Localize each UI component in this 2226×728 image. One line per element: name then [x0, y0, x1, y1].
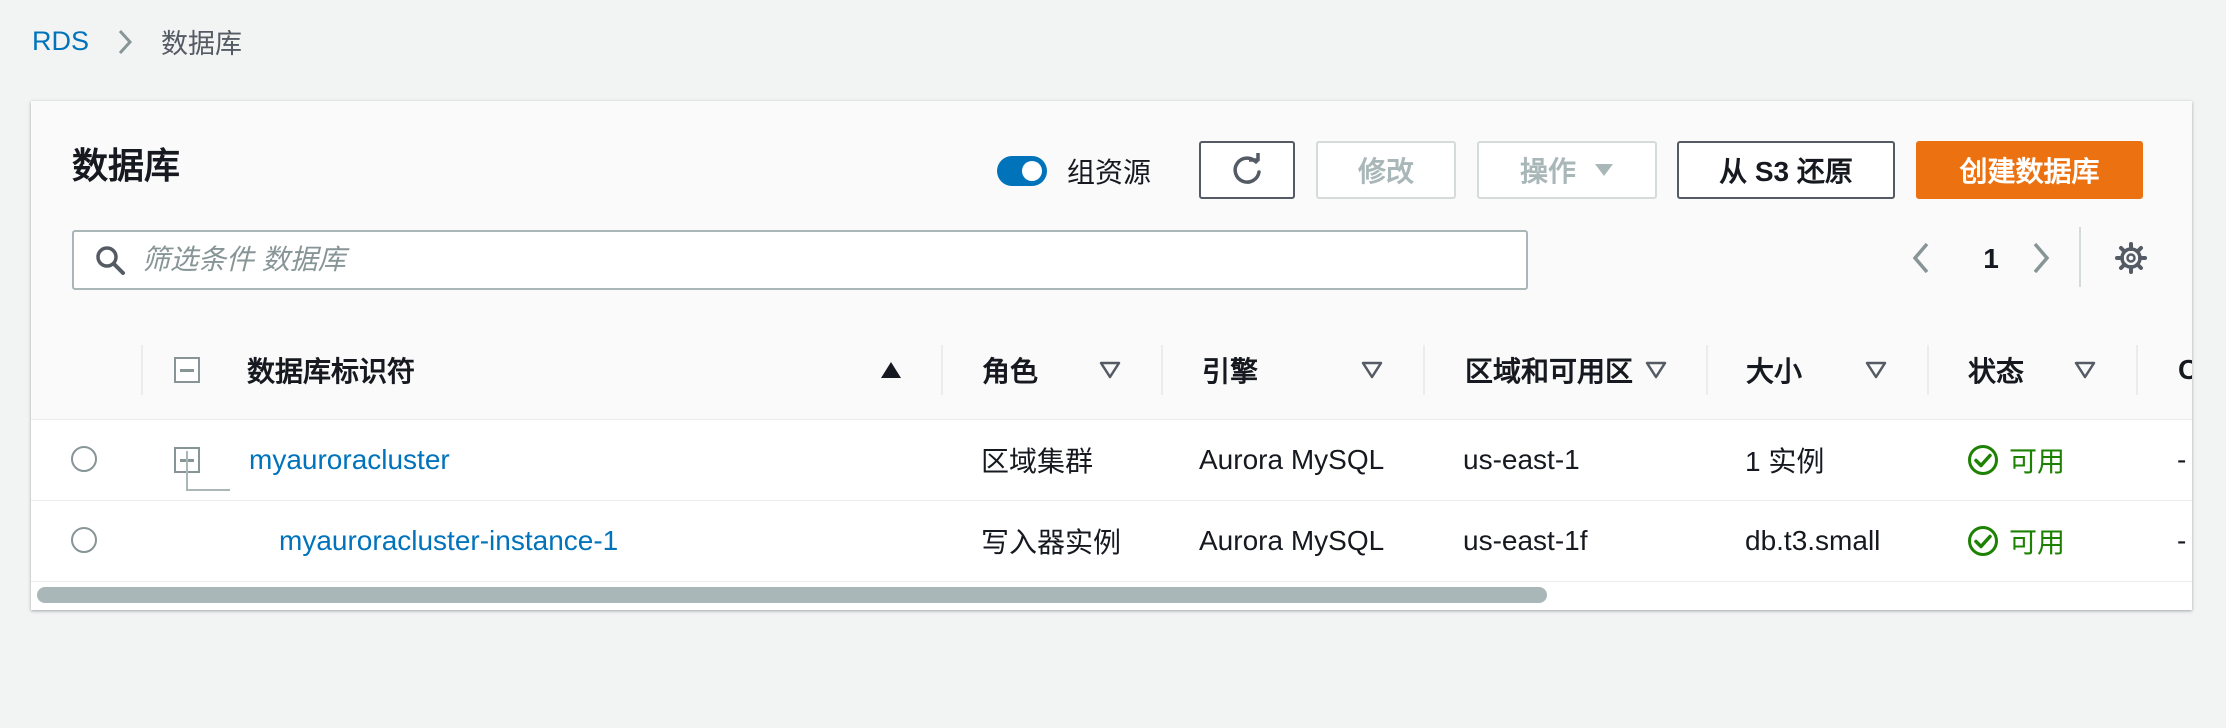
row-select-radio[interactable] [71, 527, 97, 553]
column-header-region-az[interactable]: 区域和可用区 [1465, 321, 1633, 419]
actions-dropdown[interactable]: 操作 [1477, 141, 1657, 199]
breadcrumb: RDS 数据库 [32, 22, 242, 61]
refresh-icon [1229, 152, 1265, 188]
column-divider [141, 345, 143, 395]
column-header-role[interactable]: 角色 [982, 321, 1038, 419]
panel-header: 数据库 组资源 修改 操作 从 S3 还原 创建数据库 筛选条件 数据库 1 [31, 101, 2192, 322]
sort-icon[interactable] [1361, 361, 1383, 379]
refresh-button[interactable] [1199, 141, 1295, 199]
pager-divider [2079, 227, 2081, 287]
column-divider [1161, 345, 1163, 395]
column-divider [1423, 345, 1425, 395]
size-cell: 1 实例 [1745, 446, 1825, 477]
column-header-cpu[interactable]: CPU [2178, 321, 2192, 419]
tree-connector [186, 489, 230, 491]
role-cell: 写入器实例 [981, 527, 1122, 558]
group-resources-label: 组资源 [1067, 157, 1152, 188]
status-cell: 可用 [1967, 501, 2065, 581]
caret-down-icon [1594, 163, 1614, 177]
sort-icon[interactable] [2074, 361, 2096, 379]
modify-button[interactable]: 修改 [1316, 141, 1456, 199]
actions-label: 操作 [1519, 156, 1576, 187]
table-header: 数据库标识符 角色 引擎 区域和可用区 大小 状态 CPU [31, 321, 2192, 420]
restore-from-s3-button[interactable]: 从 S3 还原 [1677, 141, 1895, 199]
db-identifier-link[interactable]: myauroracluster [249, 420, 450, 500]
breadcrumb-current: 数据库 [161, 29, 243, 59]
cpu-cell: - [2177, 444, 2187, 475]
search-icon [94, 244, 126, 276]
status-text: 可用 [2009, 446, 2066, 477]
breadcrumb-rds-link[interactable]: RDS [32, 26, 89, 57]
check-circle-icon [1967, 444, 1999, 476]
db-identifier-link[interactable]: myauroracluster-instance-1 [279, 501, 618, 581]
table-row[interactable]: myauroracluster-instance-1 写入器实例 Aurora … [31, 501, 2192, 582]
gear-icon[interactable] [2115, 242, 2147, 274]
engine-cell: Aurora MySQL [1199, 525, 1385, 556]
status-text: 可用 [2009, 527, 2066, 558]
sort-ascending-icon[interactable] [880, 361, 902, 379]
toggle-knob [1022, 161, 1042, 181]
column-header-size[interactable]: 大小 [1746, 321, 1802, 419]
status-cell: 可用 [1967, 420, 2065, 500]
filter-search[interactable] [72, 230, 1528, 290]
sort-icon[interactable] [1645, 361, 1667, 379]
filter-input[interactable] [140, 243, 1444, 277]
tree-connector [186, 451, 188, 491]
column-header-identifier[interactable]: 数据库标识符 [247, 321, 415, 419]
role-cell: 区域集群 [981, 446, 1094, 477]
chevron-left-icon[interactable] [1911, 241, 1931, 275]
group-resources-toggle[interactable]: 组资源 [997, 151, 1151, 191]
horizontal-scrollbar[interactable] [37, 587, 1547, 603]
column-divider [941, 345, 943, 395]
databases-panel: 数据库 组资源 修改 操作 从 S3 还原 创建数据库 筛选条件 数据库 1 数… [31, 101, 2192, 610]
sort-icon[interactable] [1865, 361, 1887, 379]
check-circle-icon [1967, 525, 1999, 557]
table-row[interactable]: myauroracluster 区域集群 Aurora MySQL us-eas… [31, 420, 2192, 501]
column-header-status[interactable]: 状态 [1968, 321, 2024, 419]
page-number[interactable]: 1 [1971, 243, 2011, 275]
chevron-right-icon [117, 28, 133, 56]
panel-title: 数据库 [72, 145, 181, 186]
engine-cell: Aurora MySQL [1199, 444, 1385, 475]
collapse-all-icon[interactable] [174, 357, 200, 383]
column-divider [2136, 345, 2138, 395]
region-az-cell: us-east-1f [1463, 525, 1588, 556]
column-divider [1706, 345, 1708, 395]
sort-icon[interactable] [1099, 361, 1121, 379]
cpu-cell: - [2177, 525, 2187, 556]
row-select-radio[interactable] [71, 446, 97, 472]
region-az-cell: us-east-1 [1463, 444, 1580, 475]
chevron-right-icon[interactable] [2031, 241, 2051, 275]
size-cell: db.t3.small [1745, 525, 1881, 556]
column-header-engine[interactable]: 引擎 [1202, 321, 1258, 419]
column-divider [1927, 345, 1929, 395]
toggle-switch[interactable] [997, 156, 1047, 186]
create-database-button[interactable]: 创建数据库 [1916, 141, 2143, 199]
